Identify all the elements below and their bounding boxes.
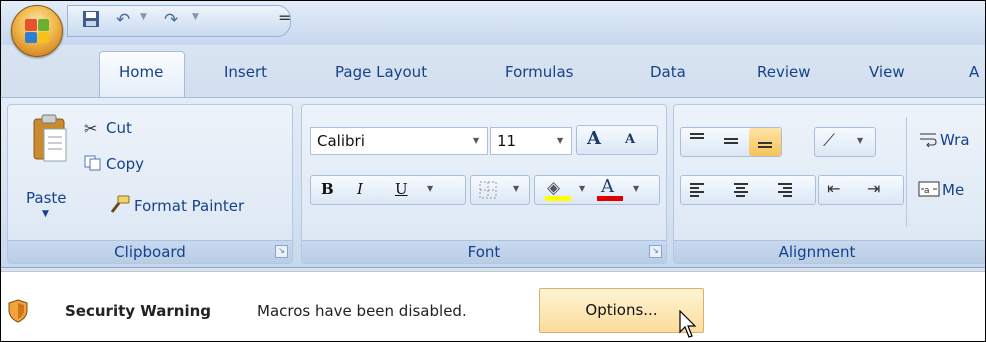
italic-button[interactable]: I bbox=[357, 180, 363, 198]
security-warning-title: Security Warning bbox=[65, 302, 212, 320]
svg-text:a: a bbox=[924, 186, 930, 196]
tab-data[interactable]: Data bbox=[650, 63, 686, 81]
underline-button[interactable]: U bbox=[395, 180, 408, 198]
color-buttons: ◈ ▼ A ▼ bbox=[534, 175, 660, 205]
wrap-text-icon bbox=[918, 131, 938, 153]
align-left-button[interactable] bbox=[681, 176, 721, 204]
office-logo-icon bbox=[25, 19, 49, 43]
separator bbox=[906, 117, 907, 227]
orientation-icon: ⟋ bbox=[823, 131, 835, 151]
tab-review[interactable]: Review bbox=[757, 63, 811, 81]
redo-dropdown-icon[interactable]: ▼ bbox=[192, 12, 199, 22]
font-name-combo[interactable]: Calibri ▼ bbox=[310, 127, 488, 155]
merge-center-icon: a bbox=[918, 181, 940, 201]
alignment-group-label: Alignment bbox=[674, 240, 985, 263]
shrink-font-button[interactable]: A bbox=[625, 132, 635, 147]
cut-icon: ✂ bbox=[84, 119, 98, 138]
cut-button[interactable]: Cut bbox=[106, 119, 132, 137]
borders-button[interactable]: ▼ bbox=[470, 175, 530, 205]
vertical-align-buttons bbox=[680, 127, 782, 157]
increase-indent-icon[interactable]: ⇥ bbox=[867, 179, 880, 198]
clipboard-group: Paste ▼ ✂ Cut Copy Format Painter Clipbo… bbox=[7, 104, 293, 264]
font-dialog-launcher[interactable]: ↘ bbox=[649, 245, 662, 258]
paste-dropdown-icon[interactable]: ▼ bbox=[42, 209, 49, 219]
copy-icon bbox=[84, 155, 102, 175]
ribbon: Paste ▼ ✂ Cut Copy Format Painter Clipbo… bbox=[1, 97, 985, 268]
paste-button[interactable]: Paste bbox=[26, 189, 67, 207]
align-center-button[interactable] bbox=[725, 176, 765, 204]
tab-insert[interactable]: Insert bbox=[224, 63, 267, 81]
grow-font-button[interactable]: A bbox=[587, 128, 601, 149]
font-group: Calibri ▼ 11 ▼ A A B I U ▼ ▼ ◈ ▼ A ▼ Fon… bbox=[301, 104, 667, 264]
wrap-text-button[interactable]: Wra bbox=[940, 131, 970, 149]
font-color-button[interactable]: A bbox=[601, 176, 614, 197]
format-painter-icon bbox=[108, 195, 130, 219]
customize-qat-button[interactable]: = bbox=[278, 8, 291, 27]
copy-button[interactable]: Copy bbox=[106, 155, 144, 173]
tab-add-ins[interactable]: A bbox=[969, 63, 979, 81]
security-warning-message: Macros have been disabled. bbox=[257, 302, 467, 320]
borders-dropdown-icon[interactable]: ▼ bbox=[513, 184, 519, 193]
format-painter-button[interactable]: Format Painter bbox=[134, 197, 244, 215]
font-style-buttons: B I U ▼ bbox=[310, 175, 466, 205]
orientation-dropdown-icon[interactable]: ▼ bbox=[857, 136, 863, 145]
fill-color-swatch bbox=[545, 196, 571, 201]
font-size-combo[interactable]: 11 ▼ bbox=[490, 127, 572, 155]
top-align-button[interactable] bbox=[681, 128, 713, 156]
tab-home[interactable]: Home bbox=[119, 63, 163, 81]
middle-align-button[interactable] bbox=[715, 128, 747, 156]
horizontal-align-buttons bbox=[680, 175, 816, 205]
tab-formulas[interactable]: Formulas bbox=[505, 63, 573, 81]
font-size-buttons: A A bbox=[576, 125, 658, 155]
font-size-value: 11 bbox=[497, 132, 517, 150]
decrease-indent-icon[interactable]: ⇤ bbox=[827, 179, 840, 198]
paste-icon[interactable] bbox=[30, 113, 70, 167]
font-size-dropdown-icon[interactable]: ▼ bbox=[557, 136, 563, 145]
fill-color-button[interactable]: ◈ bbox=[547, 178, 560, 198]
quick-access-toolbar: ↶ ▼ ↷ ▼ = bbox=[67, 5, 291, 37]
alignment-group: ⟋ ▼ ⇤ ⇥ Wra a Me Alignment bbox=[673, 104, 985, 264]
mouse-cursor-icon bbox=[679, 309, 699, 340]
excel-window: ↶ ▼ ↷ ▼ = Home Insert Page Layout Formul… bbox=[0, 0, 986, 342]
font-group-label: Font bbox=[302, 240, 666, 263]
clipboard-dialog-launcher[interactable]: ↘ bbox=[275, 245, 288, 258]
fill-color-dropdown-icon[interactable]: ▼ bbox=[579, 184, 585, 193]
indent-buttons: ⇤ ⇥ bbox=[818, 175, 904, 205]
bottom-align-button[interactable] bbox=[749, 128, 781, 156]
bold-button[interactable]: B bbox=[321, 180, 334, 198]
save-icon[interactable] bbox=[82, 10, 100, 33]
borders-icon bbox=[479, 181, 497, 203]
merge-center-button[interactable]: Me bbox=[942, 181, 964, 199]
align-right-button[interactable] bbox=[769, 176, 809, 204]
tab-view[interactable]: View bbox=[869, 63, 905, 81]
ribbon-bottom-border bbox=[1, 267, 985, 268]
undo-icon[interactable]: ↶ bbox=[116, 10, 130, 30]
office-button[interactable] bbox=[11, 5, 63, 57]
underline-dropdown-icon[interactable]: ▼ bbox=[427, 184, 433, 193]
shield-warning-icon bbox=[7, 299, 29, 323]
tab-page-layout[interactable]: Page Layout bbox=[335, 63, 427, 81]
font-name-dropdown-icon[interactable]: ▼ bbox=[473, 136, 479, 145]
clipboard-group-label: Clipboard bbox=[8, 240, 292, 263]
redo-icon[interactable]: ↷ bbox=[164, 10, 178, 30]
security-message-bar: Security Warning Macros have been disabl… bbox=[1, 271, 985, 341]
orientation-button[interactable]: ⟋ ▼ bbox=[814, 127, 876, 157]
font-color-dropdown-icon[interactable]: ▼ bbox=[633, 184, 639, 193]
undo-dropdown-icon[interactable]: ▼ bbox=[140, 12, 147, 22]
font-name-value: Calibri bbox=[317, 132, 365, 150]
font-color-swatch bbox=[597, 196, 623, 201]
